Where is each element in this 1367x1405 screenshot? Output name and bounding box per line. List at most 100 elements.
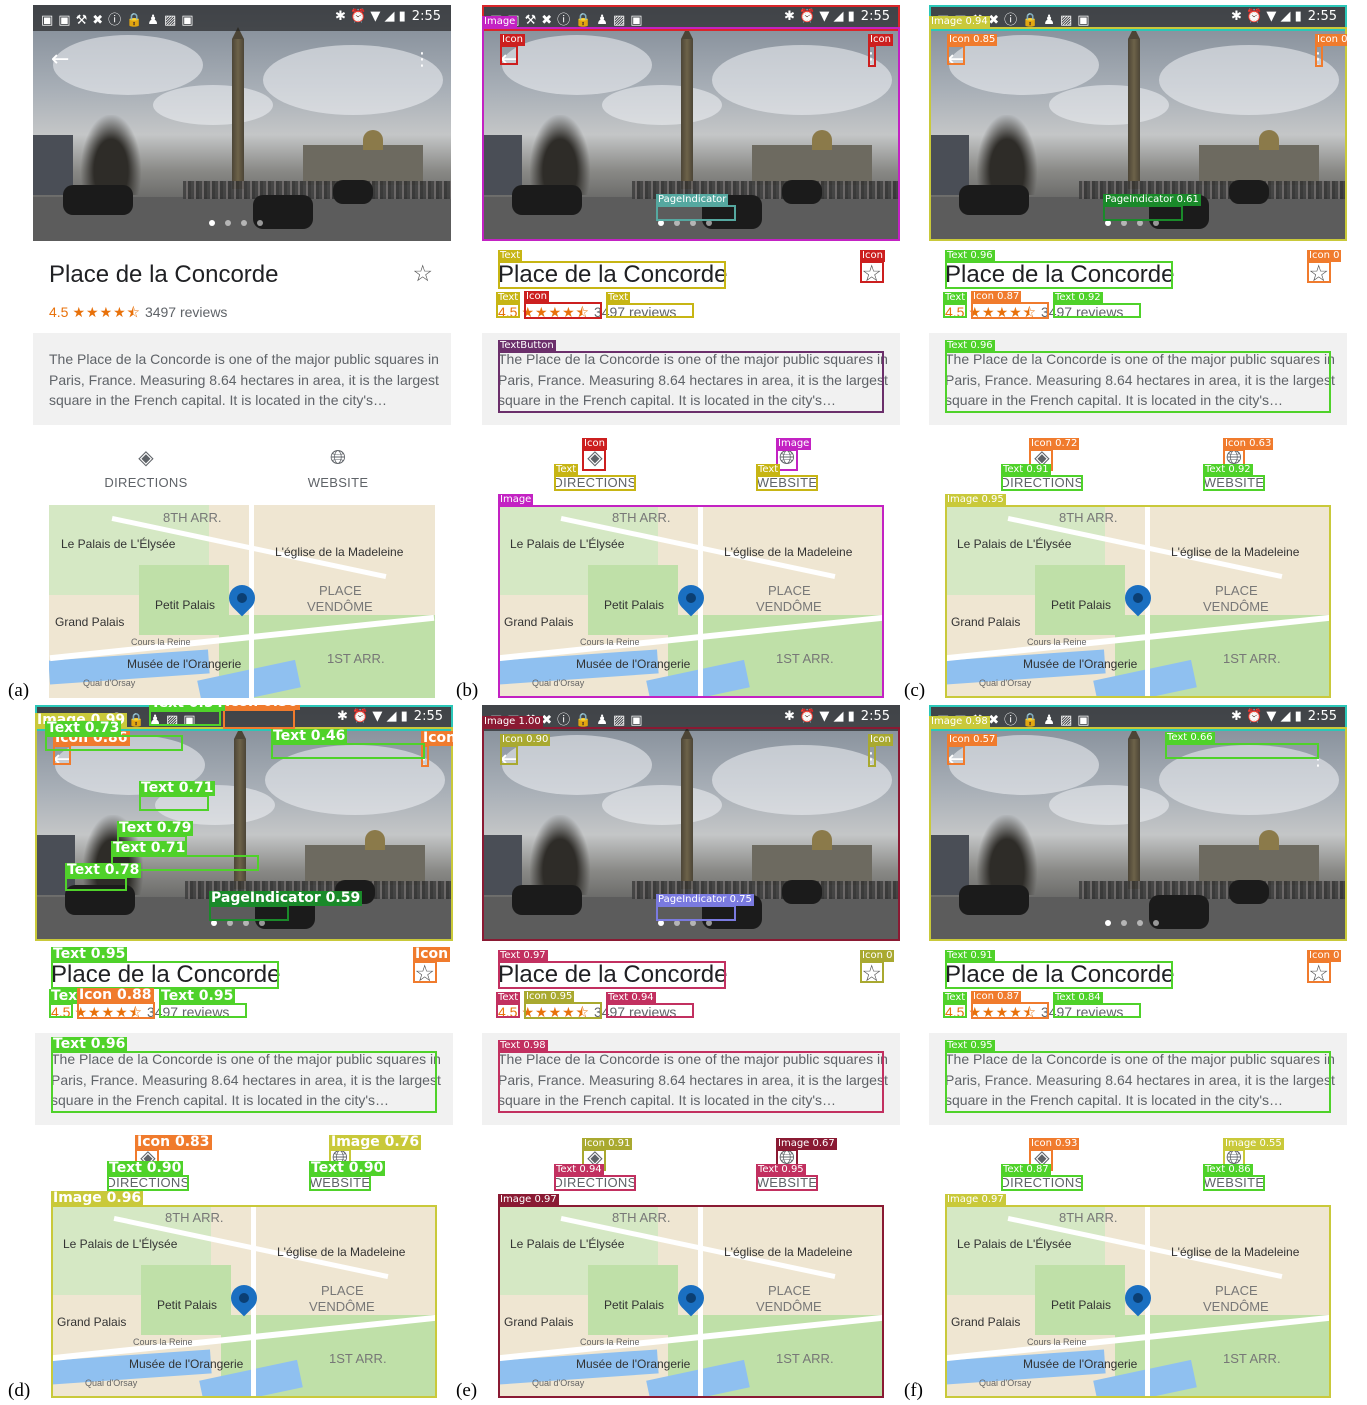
detection-label: Image 0.96: [51, 1190, 144, 1206]
detection-box: Image 0.96: [51, 1191, 437, 1398]
detection-box: PageIndicator 0.61: [1103, 194, 1201, 221]
map-label-cours-la-reine: Cours la Reine: [131, 637, 191, 647]
detection-label: Text 0.96: [51, 1036, 128, 1052]
detection-box: Text 0.73: [45, 721, 183, 751]
detection-box: Text: [943, 292, 968, 318]
detection-box: Icon 0: [1315, 34, 1347, 67]
detection-box: PageIndicator 0.59: [209, 891, 363, 921]
detection-label: UpperTaskBar 0.74: [929, 5, 1028, 6]
detection-label: PageIndicator 0.59: [209, 890, 363, 906]
page-dot[interactable]: [257, 220, 263, 226]
directions-button[interactable]: ◈ DIRECTIONS: [81, 445, 211, 490]
website-button[interactable]: 🌐︎ WEBSITE: [273, 445, 403, 490]
detection-label: Text 0.95: [756, 1164, 806, 1176]
page-dot[interactable]: [241, 220, 247, 226]
page-indicator[interactable]: [209, 213, 273, 231]
detection-label: Icon 0.83: [135, 1134, 212, 1150]
screenshot-panel: ▣▣⚒✖ⓘ🔒♟▨▣ ✱ ⏰ ▼ ◢ ▮2:55 ← ⋮ Place de la …: [929, 705, 1347, 1398]
detection-label: Text 0.92: [1203, 464, 1253, 476]
panel-label: (f): [904, 1380, 923, 1401]
hero-photo: ▣▣⚒✖ⓘ🔒♟▨▣ ✱ ⏰ ▼ ◢ ▮ 2:55 ← ⋮: [33, 5, 451, 241]
detection-label: Text 0.96: [945, 340, 995, 352]
status-icons-right: ✱ ⏰ ▼ ◢ ▮: [335, 9, 406, 24]
detection-label: Icon: [860, 250, 885, 262]
detection-label: TextButton: [498, 340, 556, 352]
detection-label: Icon 0.85: [947, 34, 998, 46]
screenshot-panel: ▣▣⚒✖ⓘ🔒♟▨▣ ✱ ⏰ ▼ ◢ ▮2:55 ← ⋮ Place de la …: [33, 5, 451, 698]
detection-label: Text 0.54: [149, 705, 226, 711]
save-star-icon[interactable]: ☆: [412, 261, 433, 287]
review-count[interactable]: 3497 reviews: [145, 304, 228, 320]
more-options-icon[interactable]: ⋮: [413, 49, 431, 70]
status-bar: ▣▣⚒✖ⓘ🔒♟▨▣ ✱ ⏰ ▼ ◢ ▮ 2:55: [33, 5, 451, 31]
detection-label: Icon 0: [860, 950, 895, 962]
detection-box: Icon: [413, 947, 451, 983]
detection-label: UpperTaskBar: [482, 5, 555, 6]
detection-label: Text: [496, 992, 521, 1004]
panel-label: (d): [8, 1380, 31, 1401]
description-text: The Place de la Concorde is one of the m…: [49, 351, 439, 408]
detection-label: PageIndicator 0.75: [656, 894, 754, 906]
map-preview[interactable]: 8TH ARR. Le Palais de L'Élysée L'église …: [49, 505, 435, 698]
detection-label: Image 0.97: [498, 1194, 559, 1206]
detection-label: Text 0.95: [51, 946, 128, 962]
detection-box: Text 0.96: [945, 340, 1331, 413]
detection-box: Text 0.94: [554, 1164, 636, 1191]
detection-label: Icon: [868, 34, 893, 46]
detection-label: Text 0.91: [945, 950, 995, 962]
detection-box: Image 0.97: [498, 1194, 884, 1398]
detection-label: Text 0.96: [945, 250, 995, 262]
directions-label: DIRECTIONS: [104, 475, 188, 490]
page-dot[interactable]: [209, 220, 215, 226]
panel-label: (b): [456, 680, 479, 701]
detection-label: Icon 0.63: [1223, 438, 1274, 450]
map-label-quai-dorsay: Quai d'Orsay: [83, 678, 136, 688]
detection-label: Icon: [524, 291, 549, 303]
detection-box: Text 0.84: [1053, 992, 1141, 1018]
detection-label: Image 0.98: [929, 716, 990, 728]
description-card[interactable]: The Place de la Concorde is one of the m…: [33, 333, 451, 425]
back-arrow-icon[interactable]: ←: [51, 47, 69, 72]
detection-label: Text 0.94: [554, 1164, 604, 1176]
rating-row: 4.5 ★★★★⯪ 3497 reviews: [49, 302, 227, 326]
rating-value: 4.5: [49, 304, 69, 320]
detection-label: Icon 0: [1315, 34, 1347, 46]
map-label-vendome: VENDÔME: [307, 599, 373, 614]
detection-label: Text 0.97: [498, 950, 548, 962]
detection-label: Icon: [413, 946, 451, 962]
detection-label: Text 0.90: [107, 1160, 184, 1176]
detection-label: Icon 0.88: [77, 987, 154, 1003]
detection-box: Text 0.95: [756, 1164, 818, 1191]
screenshot-panel: ▣▣⚒✖ⓘ🔒♟▨▣ ✱ ⏰ ▼ ◢ ▮2:55 ← ⋮ Place de la …: [482, 705, 900, 1398]
screenshot-panel: ▣▣⚒✖ⓘ🔒♟▨▣ ✱ ⏰ ▼ ◢ ▮2:55 ← ⋮ Place de la …: [929, 5, 1347, 698]
detection-box: Icon 0.88: [77, 988, 155, 1019]
map-label-1st-arr: 1ST ARR.: [327, 651, 385, 666]
detection-box: Text 0.46: [271, 729, 425, 759]
detection-label: Image 1.00: [482, 716, 543, 728]
detection-label: Text 0.73: [45, 720, 122, 736]
status-right-icons: ✱ ⏰ ▼ ◢ ▮ 2:55: [335, 9, 441, 24]
detection-label: Text 0.95: [945, 1040, 995, 1052]
detection-label: Icon 0.87: [971, 291, 1022, 303]
detection-label: Icon 0.87: [971, 991, 1022, 1003]
detection-box: Text: [496, 292, 521, 318]
detection-label: Text 0.79: [117, 820, 194, 836]
detection-box: Icon 0.57: [947, 734, 998, 765]
detection-box: Text 0.94: [606, 992, 694, 1018]
location-pin-icon[interactable]: [223, 579, 261, 617]
page-dot[interactable]: [225, 220, 231, 226]
panel-label: (a): [8, 680, 30, 701]
detection-box: Icon 0: [860, 950, 895, 983]
map-label-madeleine: L'église de la Madeleine: [275, 545, 404, 559]
detection-box: Image 0.98: [929, 716, 1347, 941]
detection-label: Text 0.95: [159, 988, 236, 1004]
detection-label: Text: [943, 292, 968, 304]
detection-label: Icon: [421, 731, 453, 746]
detection-box: Text 0.98: [498, 1040, 884, 1113]
detection-box: Icon: [868, 734, 893, 767]
detection-box: Text 0.96: [51, 1037, 437, 1113]
detection-box: Text: [554, 464, 636, 491]
detection-label: Icon: [868, 734, 893, 746]
detection-box: Text 0.90: [309, 1161, 386, 1191]
detection-box: Icon: [500, 34, 525, 65]
